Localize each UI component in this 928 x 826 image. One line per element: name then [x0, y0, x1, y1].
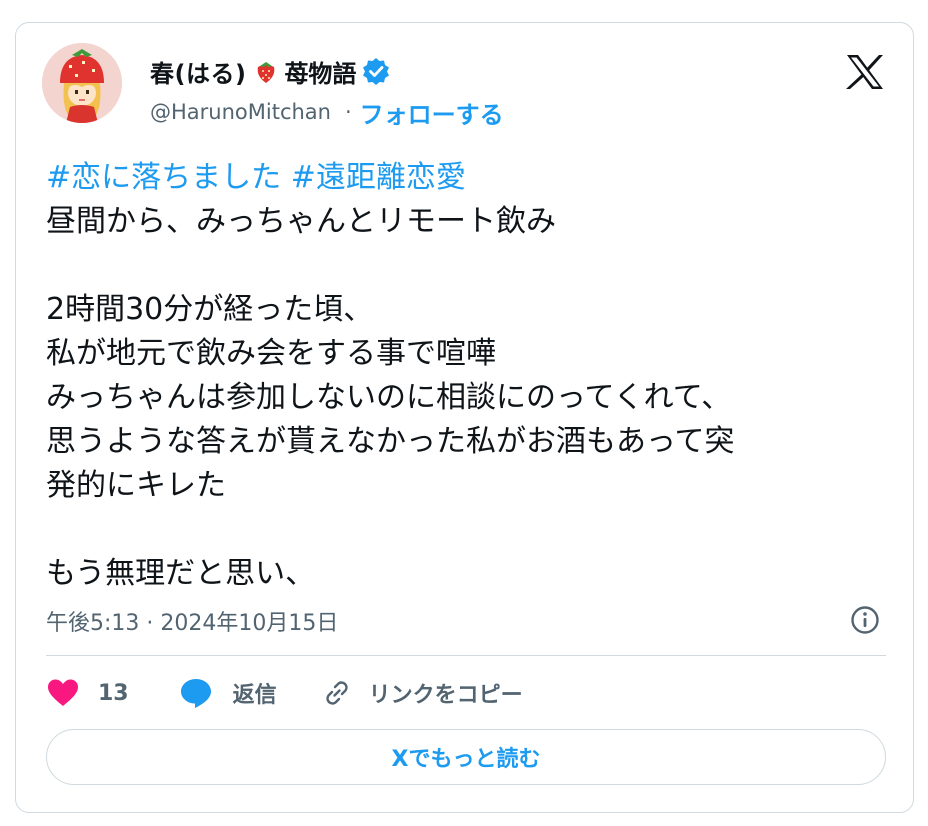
copy-link-button[interactable]: リンクをコピー — [321, 677, 523, 709]
tweet-card: 春(はる) 苺物語 @HarunoMitchan · フォローする #恋に落ちま… — [15, 22, 914, 813]
speech-bubble-icon — [179, 677, 213, 709]
tweet-line: 発的にキレた — [46, 468, 226, 503]
reply-button[interactable]: 返信 — [179, 677, 277, 709]
tweet-text: #恋に落ちました #遠距離恋愛 昼間から、みっちゃんとリモート飲み 2時間30分… — [46, 156, 896, 596]
author-display-name[interactable]: 春(はる) — [150, 54, 246, 89]
author-display-name-suffix[interactable]: 苺物語 — [284, 54, 356, 89]
tweet-line: みっちゃんは参加しないのに相談にのってくれて、 — [46, 380, 732, 415]
tweet-line: 2時間30分が経った頃、 — [46, 292, 374, 327]
read-more-label: Xでもっと読む — [391, 747, 541, 772]
strawberry-hat-girl-avatar-icon — [42, 43, 122, 123]
like-button[interactable]: 13 — [46, 678, 129, 708]
tweet-line: もう無理だと思い、 — [46, 556, 316, 591]
action-bar: 13 返信 リンクをコピー — [46, 673, 523, 713]
tweet-line: 思うような答えが貰えなかった私がお酒もあって突 — [46, 424, 735, 459]
separator-dot: · — [344, 100, 352, 124]
link-icon — [321, 677, 353, 709]
hashtag-link[interactable]: #遠距離恋愛 — [291, 160, 466, 195]
info-icon[interactable] — [849, 604, 881, 636]
hashtag-link[interactable]: #恋に落ちました — [46, 160, 281, 195]
tweet-line: 私が地元で飲み会をする事で喧嘩 — [46, 336, 496, 371]
divider — [46, 655, 886, 656]
tweet-meta: 午後5:13 · 2024年10月15日 — [46, 603, 338, 639]
author-name-row[interactable]: 春(はる) 苺物語 — [150, 53, 391, 89]
x-logo-icon[interactable] — [845, 54, 885, 90]
read-more-button[interactable]: Xでもっと読む — [46, 729, 886, 785]
tweet-line: 昼間から、みっちゃんとリモート飲み — [46, 204, 556, 239]
strawberry-emoji-icon — [254, 58, 278, 84]
author-handle-row: @HarunoMitchan · フォローする — [150, 95, 504, 129]
avatar[interactable] — [42, 43, 122, 123]
author-handle[interactable]: @HarunoMitchan — [150, 100, 331, 124]
copy-link-label: リンクをコピー — [368, 683, 523, 708]
follow-button[interactable]: フォローする — [360, 95, 504, 130]
tweet-timestamp[interactable]: 午後5:13 · 2024年10月15日 — [46, 605, 338, 637]
verified-badge-icon[interactable] — [361, 56, 391, 86]
reply-label: 返信 — [232, 683, 277, 708]
heart-icon — [46, 678, 80, 708]
like-count: 13 — [98, 680, 129, 706]
